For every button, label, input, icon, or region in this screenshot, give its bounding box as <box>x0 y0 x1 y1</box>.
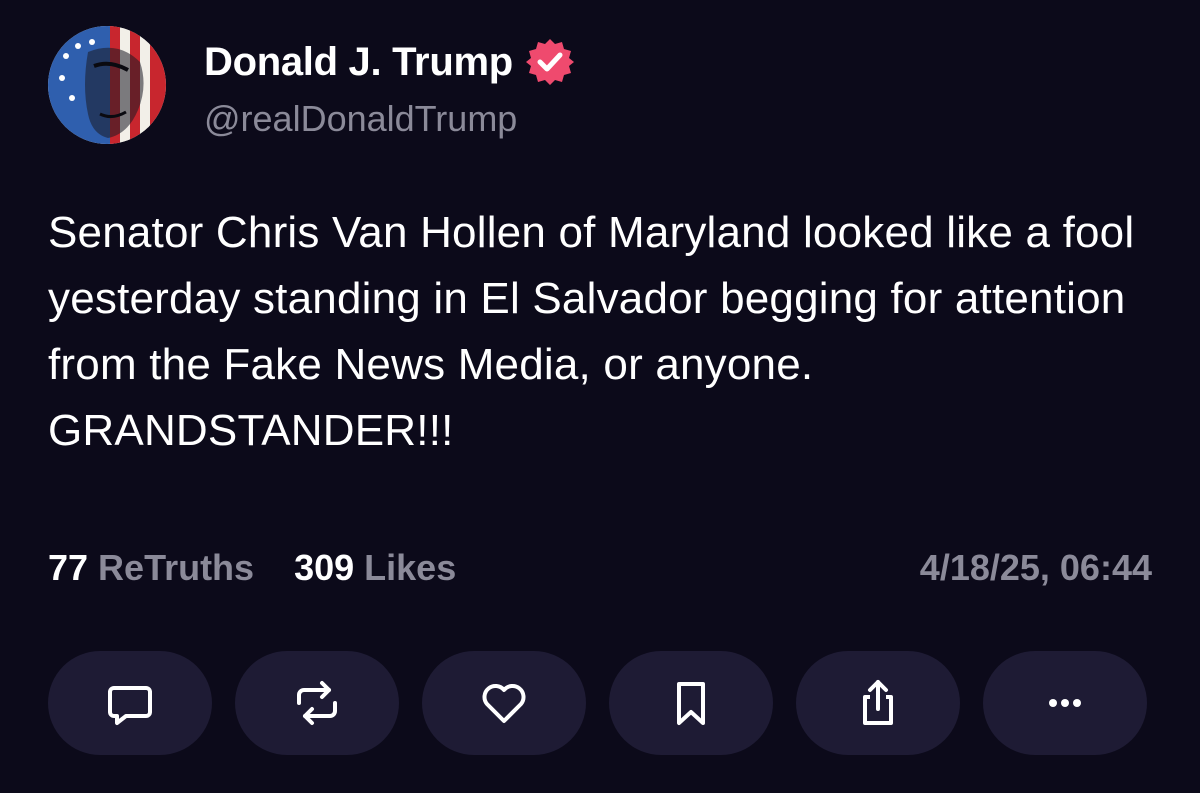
verified-badge-icon <box>525 37 575 87</box>
action-bar <box>48 651 1147 755</box>
retruths-stat[interactable]: 77 ReTruths <box>48 547 254 589</box>
author-name[interactable]: Donald J. Trump <box>204 40 513 85</box>
retruth-button[interactable] <box>235 651 399 755</box>
likes-stat[interactable]: 309 Likes <box>294 547 456 589</box>
avatar[interactable] <box>48 26 166 144</box>
share-icon <box>863 680 893 725</box>
more-button[interactable] <box>983 651 1147 755</box>
heart-icon <box>482 684 526 723</box>
comment-icon <box>108 686 152 725</box>
likes-count: 309 <box>294 547 355 588</box>
avatar-image <box>48 26 166 144</box>
bookmark-button[interactable] <box>609 651 773 755</box>
retruths-label: ReTruths <box>98 547 255 588</box>
more-icon <box>1049 699 1081 707</box>
author-row: Donald J. Trump <box>204 38 575 86</box>
post-stats: 77 ReTruths 309 Likes 4/18/25, 06:44 <box>48 544 1152 592</box>
retruths-count: 77 <box>48 547 89 588</box>
reply-button[interactable] <box>48 651 212 755</box>
bookmark-icon <box>677 682 705 725</box>
likes-label: Likes <box>364 547 457 588</box>
share-button[interactable] <box>796 651 960 755</box>
post-timestamp: 4/18/25, 06:44 <box>919 547 1152 588</box>
post-card: Donald J. Trump @realDonaldTrump Senator… <box>0 0 1200 793</box>
post-text: Senator Chris Van Hollen of Maryland loo… <box>48 208 1135 455</box>
repost-icon <box>297 681 337 725</box>
author-handle[interactable]: @realDonaldTrump <box>204 98 517 140</box>
like-button[interactable] <box>422 651 586 755</box>
